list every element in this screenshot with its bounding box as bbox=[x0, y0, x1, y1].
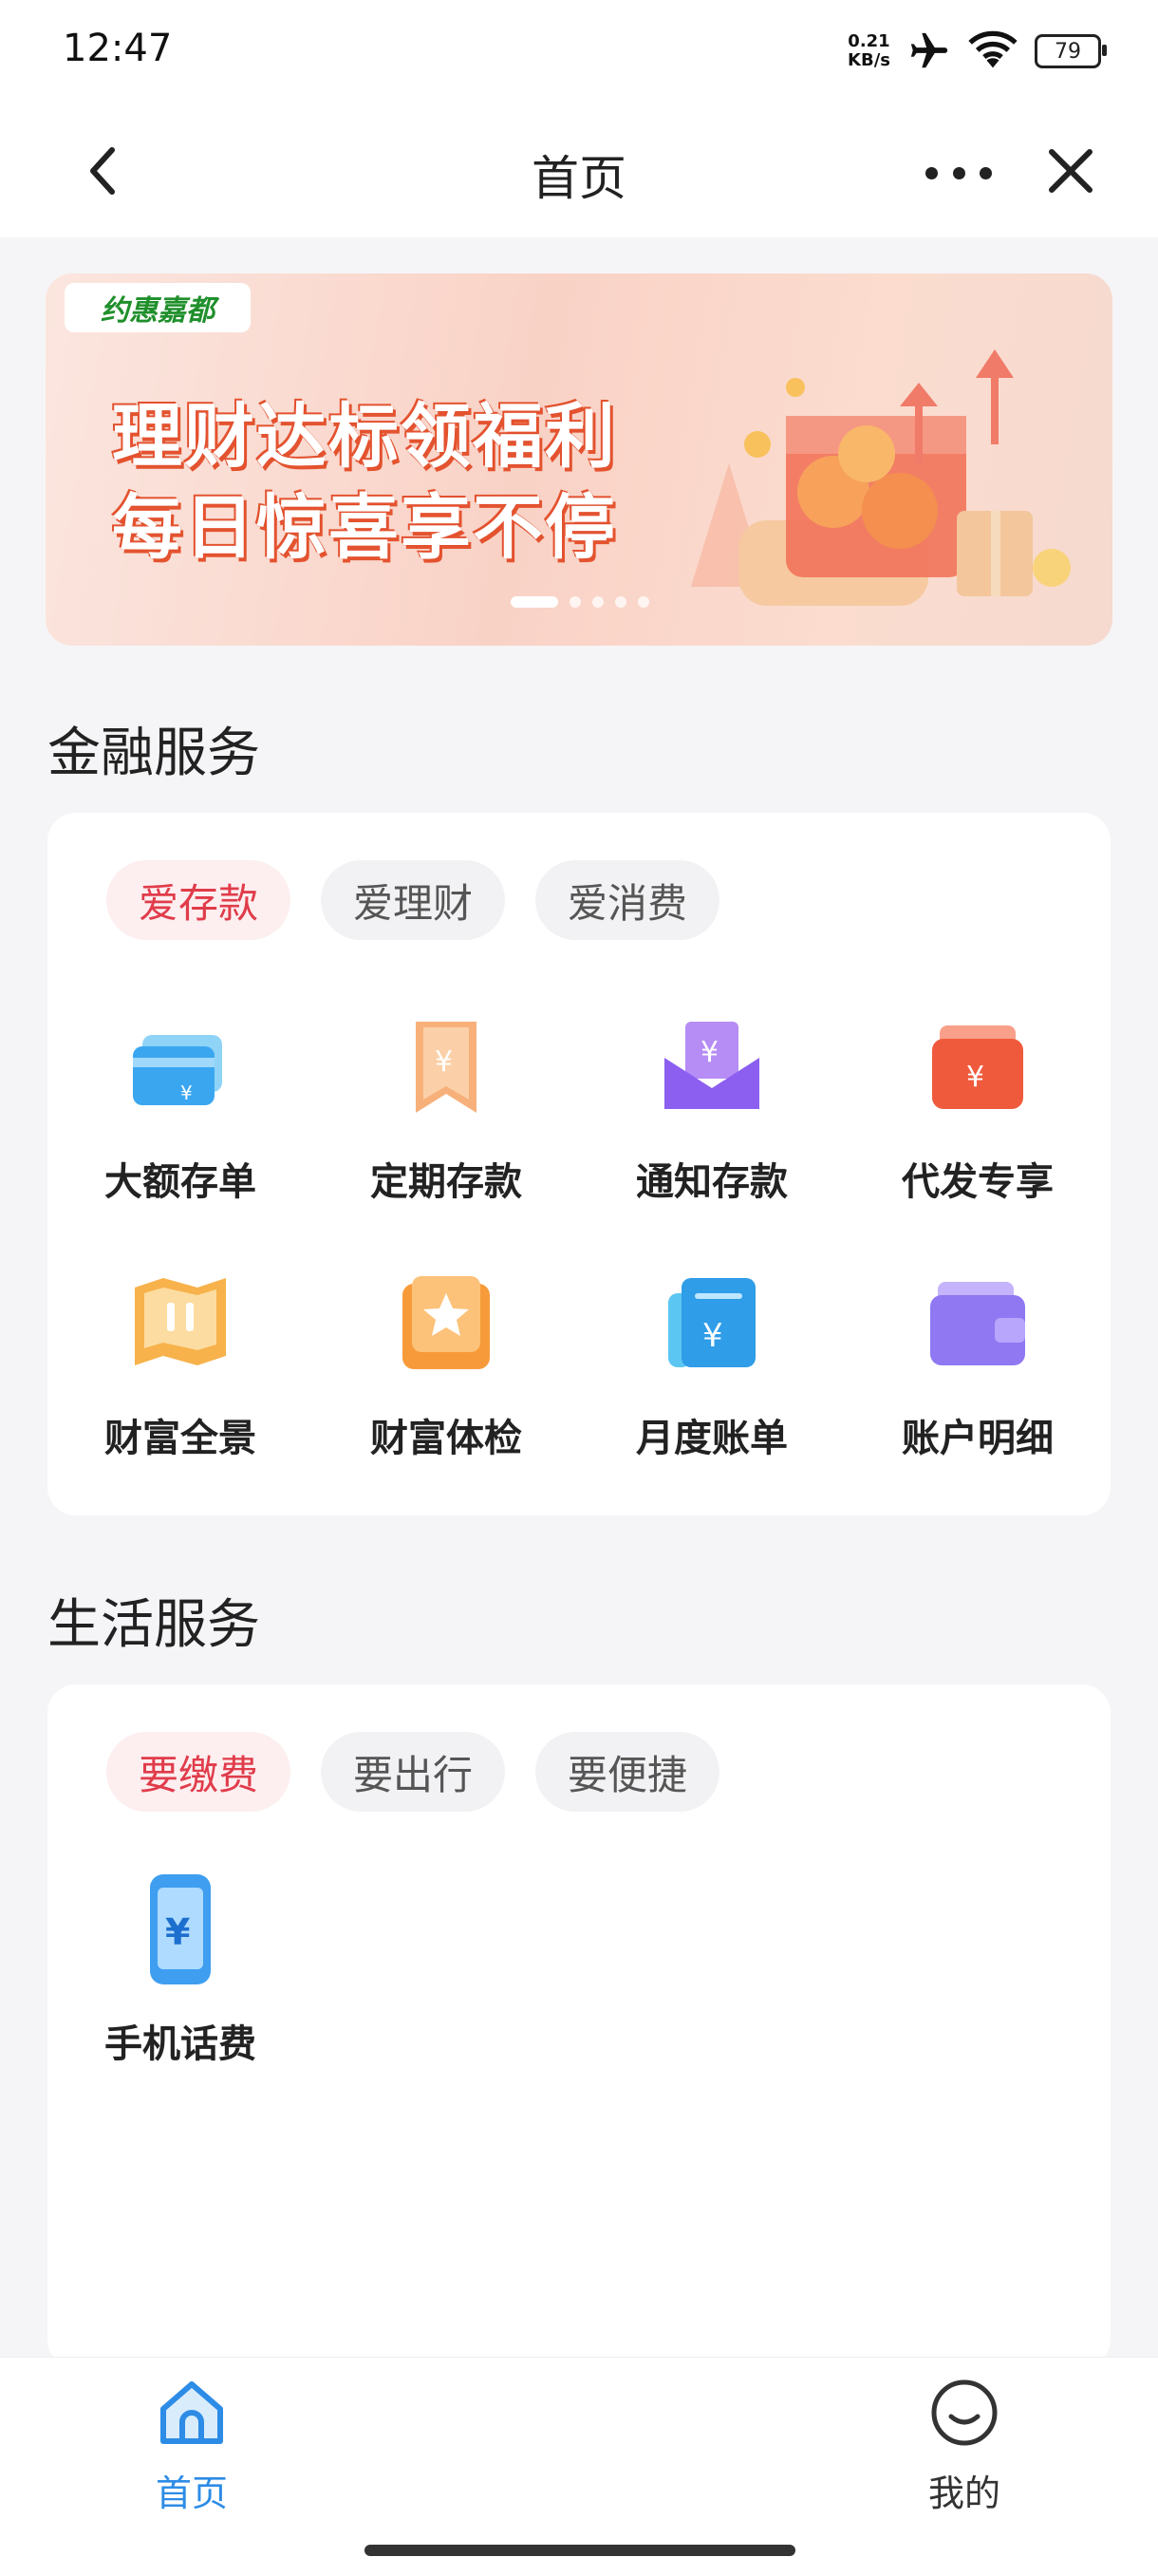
nav-bar: 首页 bbox=[0, 104, 1158, 237]
carousel-dots[interactable] bbox=[511, 596, 649, 608]
star-box-icon bbox=[402, 1276, 490, 1369]
service-wealth-overview[interactable]: 财富全景 bbox=[47, 1265, 313, 1462]
home-indicator[interactable] bbox=[364, 2545, 795, 2556]
tab-pay-bills[interactable]: 要缴费 bbox=[106, 1732, 291, 1812]
service-large-cd[interactable]: ¥ 大额存单 bbox=[47, 1008, 313, 1206]
banner-headline: 理财达标领福利 bbox=[112, 396, 617, 478]
service-payroll-exclusive[interactable]: ¥ 代发专享 bbox=[845, 1008, 1111, 1206]
life-card: 要缴费 要出行 要便捷 ¥ 手机话费 bbox=[47, 1684, 1111, 2368]
wifi-icon bbox=[968, 30, 1018, 68]
tab-mine[interactable]: 我的 bbox=[879, 2375, 1050, 2516]
svg-text:¥: ¥ bbox=[165, 1911, 190, 1953]
svg-text:¥: ¥ bbox=[966, 1061, 984, 1094]
tab-deposit[interactable]: 爱存款 bbox=[106, 860, 291, 940]
net-speed: 0.21 KB/s bbox=[848, 31, 890, 70]
carousel-dot[interactable] bbox=[511, 596, 558, 608]
envelope-yuan-icon: ¥ bbox=[664, 1022, 759, 1109]
wallet-yuan-icon: ¥ bbox=[932, 1025, 1023, 1109]
card-icon: ¥ bbox=[133, 1035, 222, 1105]
smiley-icon bbox=[931, 2379, 998, 2446]
more-dots-icon[interactable] bbox=[925, 161, 992, 184]
carousel-dot[interactable] bbox=[638, 596, 649, 608]
carousel-dot[interactable] bbox=[570, 596, 581, 608]
map-icon bbox=[135, 1278, 226, 1365]
gift-coins-illustration bbox=[691, 349, 1071, 606]
bill-icon: ¥ bbox=[668, 1278, 756, 1367]
tab-home[interactable]: 首页 bbox=[106, 2375, 277, 2516]
service-wealth-checkup[interactable]: 财富体检 bbox=[313, 1265, 579, 1462]
bottom-tab-bar: 首页 我的 bbox=[0, 2357, 1158, 2576]
life-tabs: 要缴费 要出行 要便捷 bbox=[106, 1732, 720, 1812]
home-icon bbox=[160, 2381, 223, 2444]
finance-tabs: 爱存款 爱理财 爱消费 bbox=[106, 860, 720, 940]
status-bar: 12:47 0.21 KB/s 79 bbox=[0, 0, 1158, 104]
status-icons: 0.21 KB/s 79 bbox=[848, 23, 1107, 80]
service-account-details[interactable]: 账户明细 bbox=[845, 1265, 1111, 1462]
banner-tag: 约惠嘉都 bbox=[65, 283, 251, 332]
promo-banner[interactable]: 约惠嘉都 理财达标领福利 每日惊喜享不停 bbox=[46, 273, 1112, 646]
airplane-icon bbox=[910, 32, 948, 68]
tab-consume[interactable]: 爱消费 bbox=[535, 860, 720, 940]
carousel-dot[interactable] bbox=[592, 596, 604, 608]
status-time: 12:47 bbox=[63, 27, 173, 70]
phone-yuan-icon: ¥ bbox=[150, 1874, 211, 1984]
service-notice-deposit[interactable]: ¥ 通知存款 bbox=[579, 1008, 845, 1206]
battery-indicator: 79 bbox=[1035, 34, 1107, 68]
finance-card: 爱存款 爱理财 爱消费 ¥ 大额存单 ¥ 定期存款 ¥ 通知存款 ¥ 代发专享 … bbox=[47, 813, 1111, 1515]
carousel-dot[interactable] bbox=[615, 596, 626, 608]
tab-wealth[interactable]: 爱理财 bbox=[321, 860, 506, 940]
life-section-title: 生活服务 bbox=[47, 1594, 260, 1656]
tab-travel[interactable]: 要出行 bbox=[321, 1732, 506, 1812]
svg-text:¥: ¥ bbox=[702, 1317, 723, 1355]
finance-section-title: 金融服务 bbox=[47, 723, 260, 784]
tab-convenience[interactable]: 要便捷 bbox=[535, 1732, 720, 1812]
svg-text:¥: ¥ bbox=[435, 1045, 453, 1079]
svg-text:¥: ¥ bbox=[180, 1081, 193, 1104]
service-phone-topup[interactable]: ¥ 手机话费 bbox=[47, 1871, 313, 2068]
service-monthly-bill[interactable]: ¥ 月度账单 bbox=[579, 1265, 845, 1462]
svg-text:¥: ¥ bbox=[700, 1036, 719, 1069]
banner-subheadline: 每日惊喜享不停 bbox=[112, 487, 617, 569]
service-fixed-deposit[interactable]: ¥ 定期存款 bbox=[313, 1008, 579, 1206]
wallet-icon bbox=[930, 1282, 1025, 1365]
close-icon[interactable] bbox=[1042, 142, 1099, 199]
bookmark-yuan-icon: ¥ bbox=[416, 1022, 476, 1113]
